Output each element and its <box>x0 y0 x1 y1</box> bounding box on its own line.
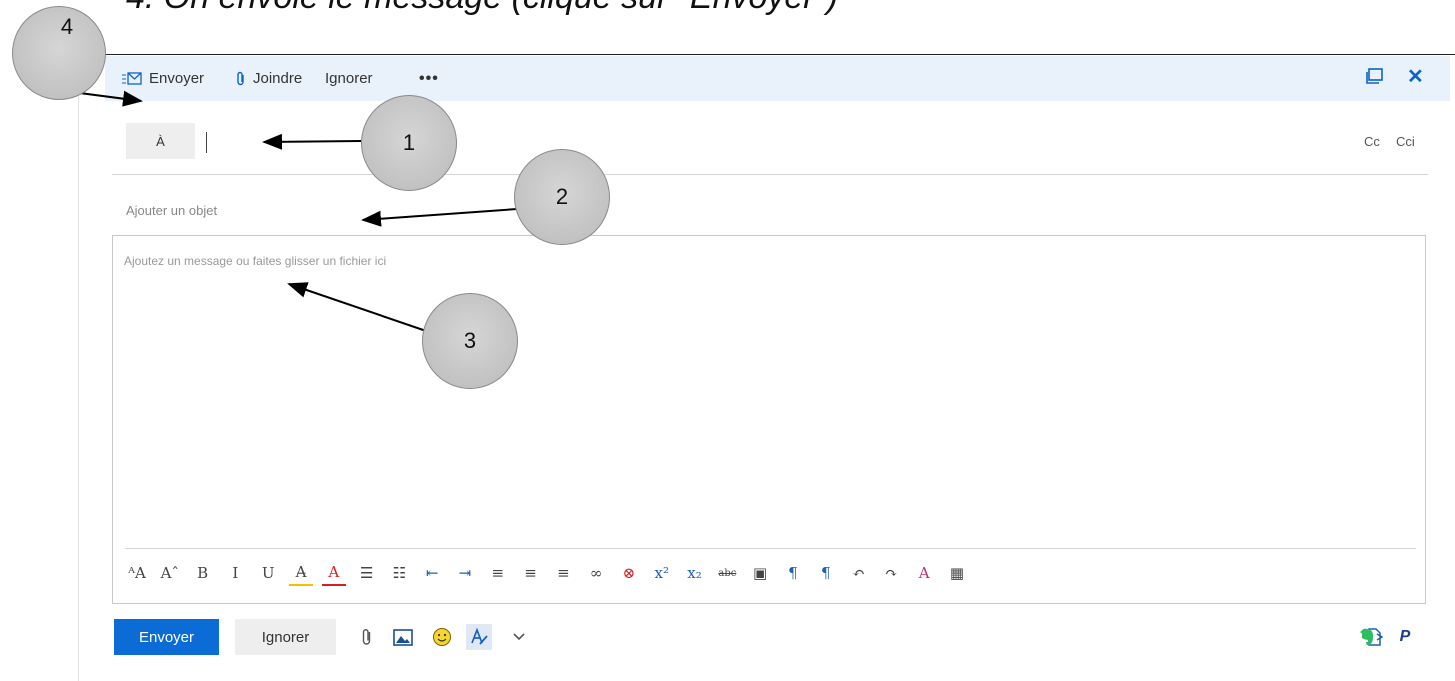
callout-2-label: 2 <box>555 184 569 209</box>
callout-4: 4 <box>12 6 106 100</box>
callout-2: 2 <box>514 149 610 245</box>
callout-1-label: 1 <box>402 130 416 155</box>
callout-3-label: 3 <box>463 328 477 353</box>
callout-4-label: 4 <box>60 14 74 39</box>
annotation-arrows <box>71 90 518 334</box>
callout-1: 1 <box>361 95 457 191</box>
callout-3: 3 <box>422 293 518 389</box>
